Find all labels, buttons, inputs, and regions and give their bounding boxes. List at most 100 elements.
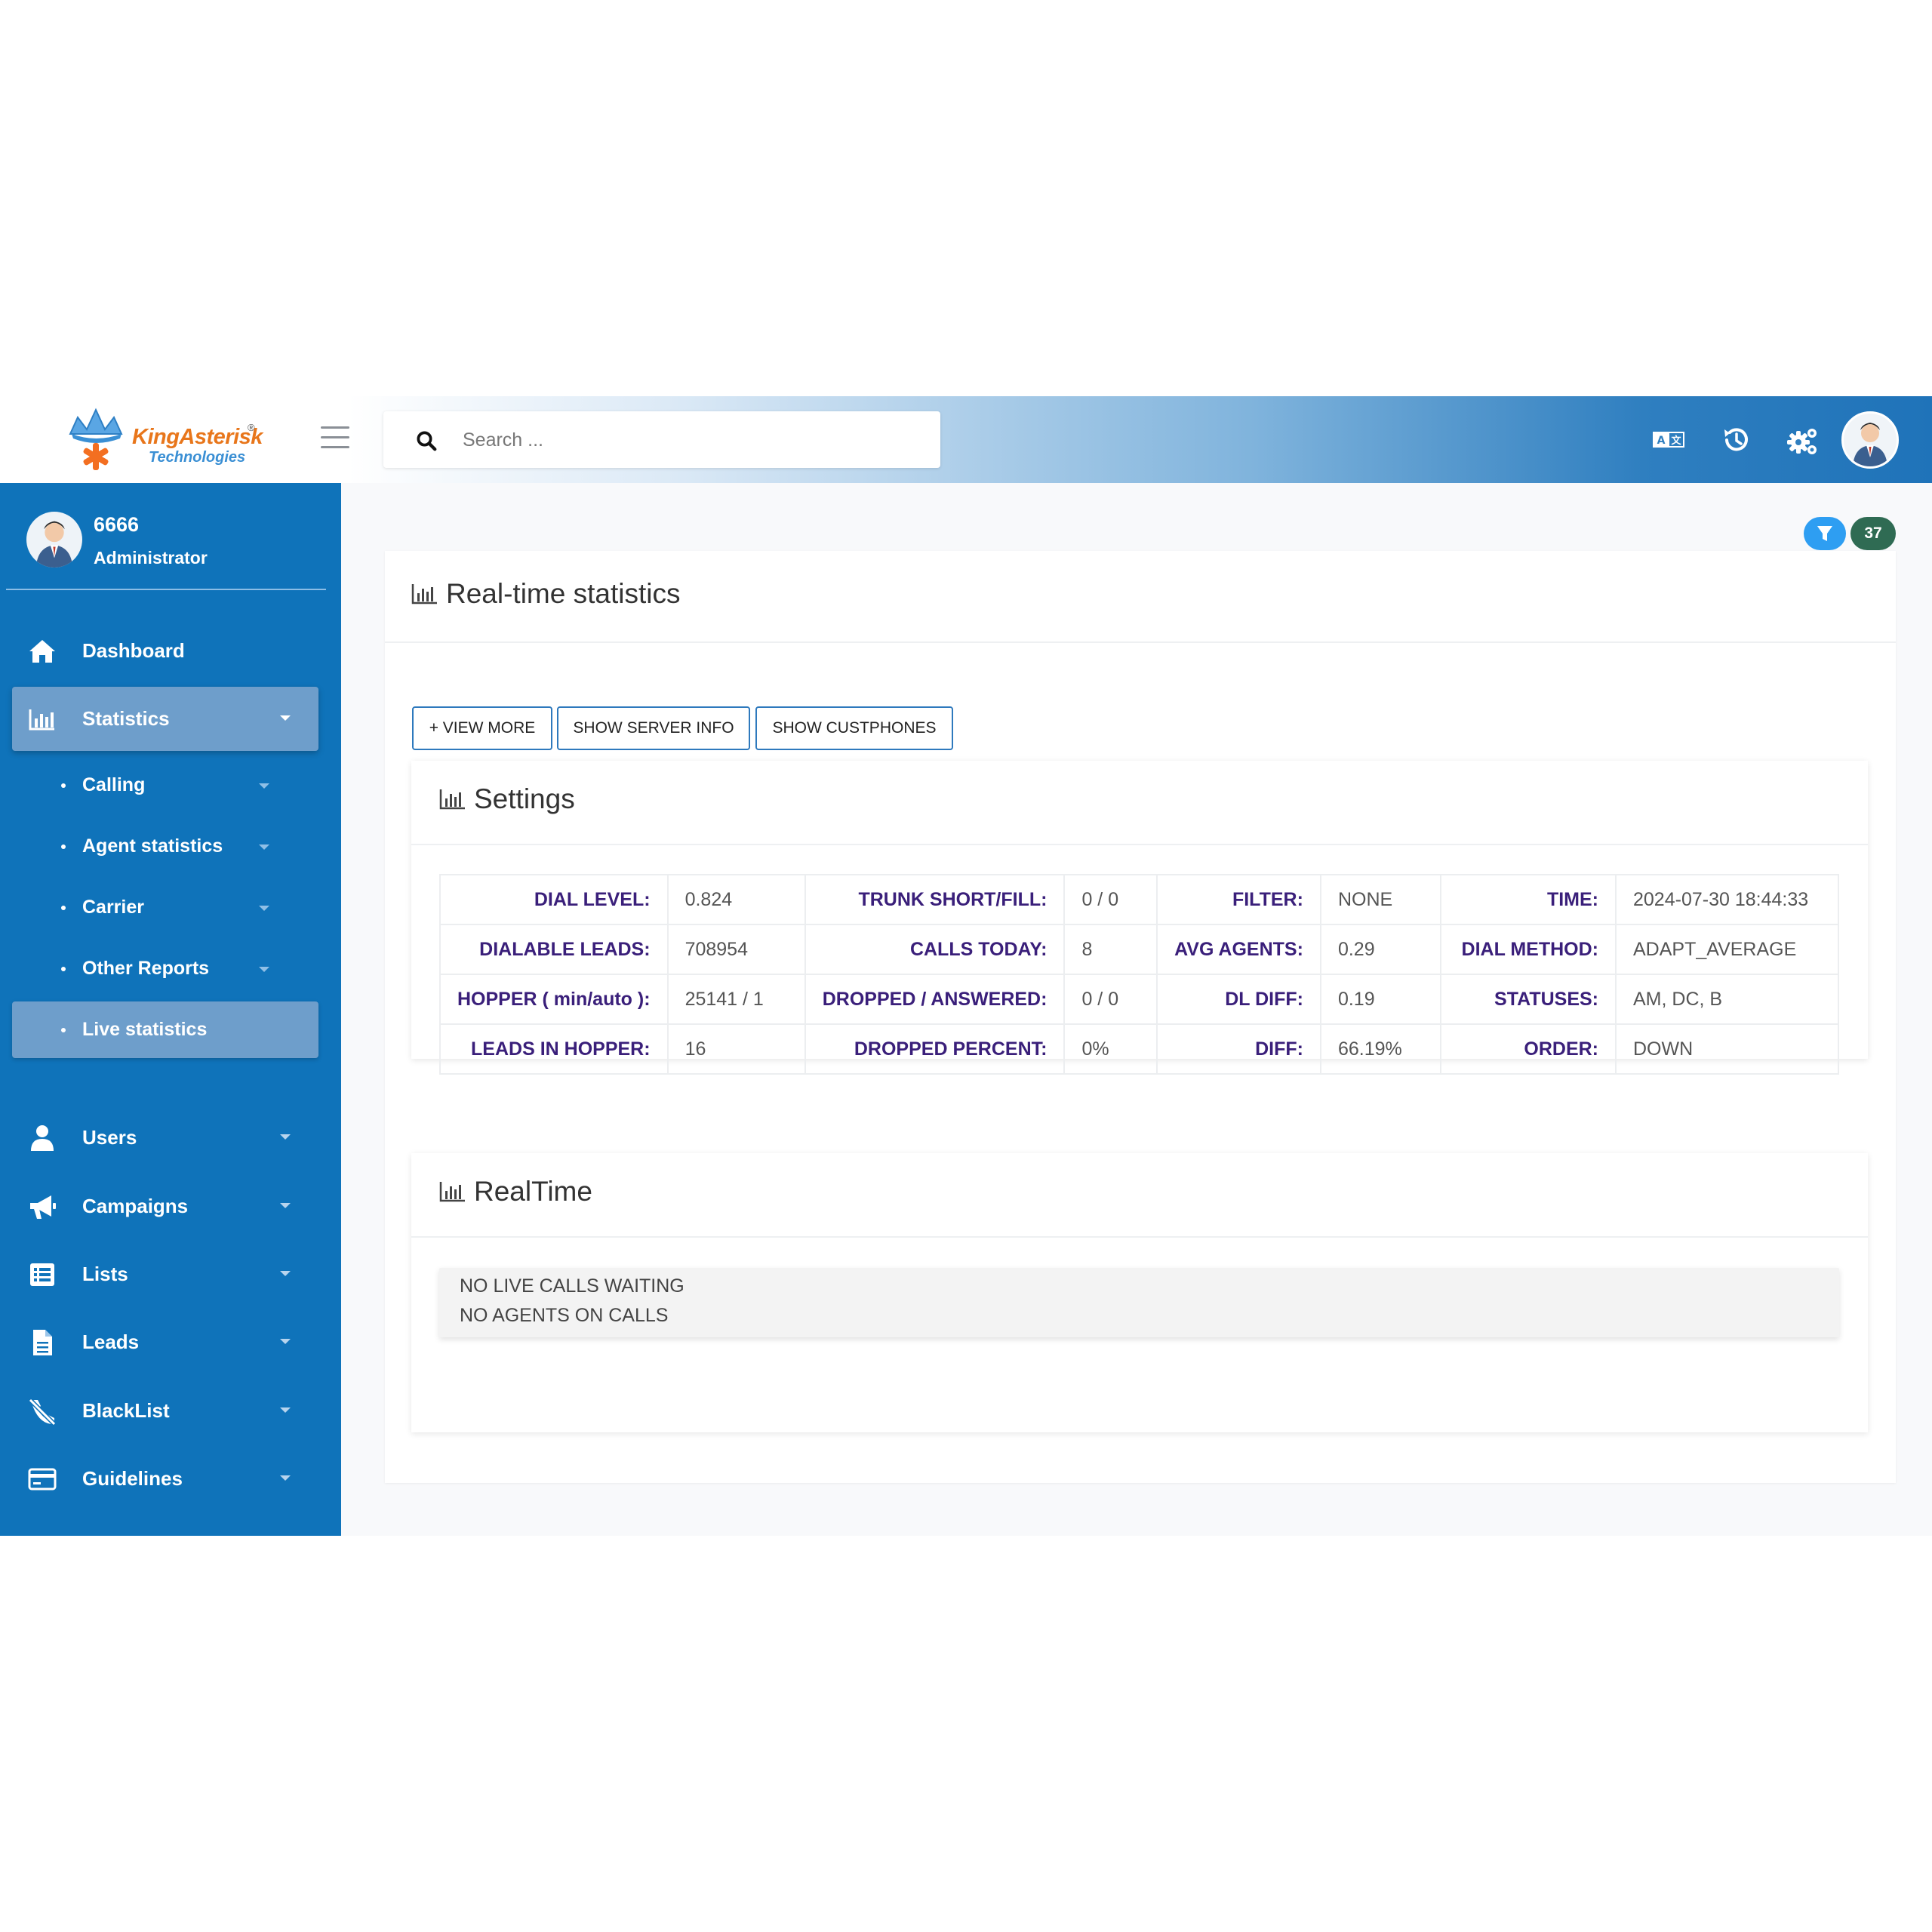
stat-value: AM, DC, B	[1615, 974, 1839, 1025]
search-box[interactable]	[383, 411, 940, 468]
stat-label: LEADS IN HOPPER:	[439, 1023, 669, 1075]
svg-text:文: 文	[1671, 435, 1681, 447]
chevron-down-icon	[280, 1203, 291, 1208]
bar-chart-icon	[411, 584, 437, 605]
divider	[385, 641, 1896, 643]
history-icon[interactable]	[1719, 423, 1754, 457]
settings-gears-icon[interactable]	[1786, 423, 1820, 457]
chevron-down-icon	[259, 783, 269, 789]
stat-label: TIME:	[1439, 874, 1617, 925]
credit-card-icon	[28, 1468, 57, 1491]
menu-toggle-icon[interactable]	[321, 426, 349, 451]
stat-value: 708954	[666, 924, 806, 975]
translate-icon[interactable]: A 文	[1651, 423, 1686, 457]
stat-label: DIFF:	[1156, 1023, 1321, 1075]
sidebar-subitem-carrier[interactable]: Carrier	[12, 879, 318, 936]
settings-table-body: DIAL LEVEL: 0.824 TRUNK SHORT/FILL: 0 / 0 FI…	[439, 874, 1839, 1075]
megaphone-icon	[30, 1195, 56, 1219]
chevron-down-icon	[280, 1475, 291, 1481]
panel-title: RealTime	[439, 1176, 592, 1208]
brand-logo[interactable]: KingAsterisk ® Technologies	[64, 404, 263, 475]
realtime-status-box: NO LIVE CALLS WAITING NO AGENTS ON CALLS	[439, 1268, 1839, 1337]
show-custphones-button[interactable]: SHOW CUSTPHONES	[755, 706, 953, 750]
sidebar-item-label: Campaigns	[82, 1195, 189, 1217]
stat-label: FILTER:	[1156, 874, 1321, 925]
search-input[interactable]	[463, 423, 915, 457]
user-avatar[interactable]	[1841, 411, 1899, 469]
logo-registered: ®	[248, 422, 255, 433]
sidebar-subitem-other-reports[interactable]: Other Reports	[12, 940, 318, 997]
sidebar-item-label: Leads	[82, 1331, 140, 1353]
stat-label: AVG AGENTS:	[1156, 924, 1321, 975]
chevron-down-icon	[280, 1339, 291, 1344]
table-row: LEADS IN HOPPER: 16 DROPPED PERCENT: 0% DIFF…	[439, 1023, 1839, 1075]
page-title-text: Real-time statistics	[446, 578, 681, 609]
table-row: DIAL LEVEL: 0.824 TRUNK SHORT/FILL: 0 / 0 FI…	[439, 874, 1839, 925]
sidebar-item-lists[interactable]: Lists	[12, 1242, 318, 1306]
stat-value: 66.19%	[1319, 1023, 1441, 1075]
stat-value: 0%	[1063, 1023, 1158, 1075]
sidebar-item-campaigns[interactable]: Campaigns	[12, 1174, 318, 1238]
chevron-down-icon	[280, 1407, 291, 1413]
stat-label: DL DIFF:	[1156, 974, 1321, 1025]
chevron-down-icon	[280, 1134, 291, 1140]
stat-label: STATUSES:	[1439, 974, 1617, 1025]
chevron-down-icon	[259, 906, 269, 911]
sidebar-item-users[interactable]: Users	[12, 1106, 318, 1170]
stat-value: 2024-07-30 18:44:33	[1615, 874, 1839, 925]
sidebar: 6666 Administrator Dashboard Statistics	[0, 483, 341, 1536]
stat-value: 0.29	[1319, 924, 1441, 975]
filter-badge[interactable]	[1804, 517, 1846, 550]
stat-label: CALLS TODAY:	[804, 924, 1066, 975]
realtime-statistics-card: Real-time statistics + VIEW MORE SHOW SE…	[385, 551, 1896, 1483]
bullet-icon	[61, 844, 66, 849]
logo-text: KingAsterisk	[132, 425, 263, 449]
chevron-down-icon	[259, 967, 269, 972]
stat-value: 25141 / 1	[666, 974, 806, 1025]
file-icon	[33, 1330, 52, 1355]
sidebar-item-label: BlackList	[82, 1399, 170, 1422]
sidebar-subitem-live-statistics[interactable]: Live statistics	[12, 1001, 318, 1058]
sidebar-item-dashboard[interactable]: Dashboard	[12, 619, 318, 683]
sidebar-item-label: Users	[82, 1126, 137, 1149]
home-icon	[29, 640, 55, 663]
realtime-panel: RealTime NO LIVE CALLS WAITING NO AGENTS…	[411, 1153, 1868, 1432]
filter-icon	[1817, 526, 1832, 541]
sidebar-item-label: Lists	[82, 1263, 128, 1285]
search-icon	[417, 431, 437, 451]
stat-label: DROPPED / ANSWERED:	[804, 974, 1066, 1025]
sidebar-subitem-agent-statistics[interactable]: Agent statistics	[12, 818, 318, 875]
stat-value: 0 / 0	[1063, 974, 1158, 1025]
stat-label: DIAL LEVEL:	[439, 874, 669, 925]
sidebar-subitem-label: Live statistics	[82, 1019, 208, 1040]
table-row: HOPPER ( min/auto ): 25141 / 1 DROPPED / A…	[439, 974, 1839, 1025]
stat-label: TRUNK SHORT/FILL:	[804, 874, 1066, 925]
divider	[411, 1236, 1868, 1238]
sidebar-item-blacklist[interactable]: BlackList	[12, 1379, 318, 1443]
panel-title: Settings	[439, 783, 575, 815]
sidebar-subitem-calling[interactable]: Calling	[12, 757, 318, 814]
sidebar-item-statistics[interactable]: Statistics	[12, 687, 318, 751]
sidebar-item-label: Dashboard	[82, 639, 185, 662]
settings-table: DIAL LEVEL: 0.824 TRUNK SHORT/FILL: 0 / 0 FI…	[439, 874, 1839, 1075]
sidebar-item-leads[interactable]: Leads	[12, 1310, 318, 1374]
person-avatar-icon	[35, 521, 73, 568]
show-server-info-button[interactable]: SHOW SERVER INFO	[557, 706, 750, 750]
stat-value: ADAPT_AVERAGE	[1615, 924, 1839, 975]
bullet-icon	[61, 783, 66, 788]
panel-title-text: Settings	[474, 783, 575, 814]
user-role: Administrator	[94, 548, 208, 568]
sidebar-item-label: Statistics	[82, 707, 170, 730]
person-avatar-icon	[1853, 423, 1887, 466]
stat-label: HOPPER ( min/auto ):	[439, 974, 669, 1025]
bar-chart-icon	[439, 1182, 465, 1202]
avatar[interactable]	[26, 512, 82, 568]
view-more-button[interactable]: + VIEW MORE	[412, 706, 552, 750]
sidebar-item-guidelines[interactable]: Guidelines	[12, 1447, 318, 1511]
bar-chart-icon	[439, 789, 465, 810]
agents-status: NO AGENTS ON CALLS	[460, 1305, 669, 1326]
chevron-down-icon	[280, 1271, 291, 1276]
chevron-down-icon	[259, 844, 269, 850]
stat-label: ORDER:	[1439, 1023, 1617, 1075]
sidebar-subitem-label: Agent statistics	[82, 835, 223, 857]
